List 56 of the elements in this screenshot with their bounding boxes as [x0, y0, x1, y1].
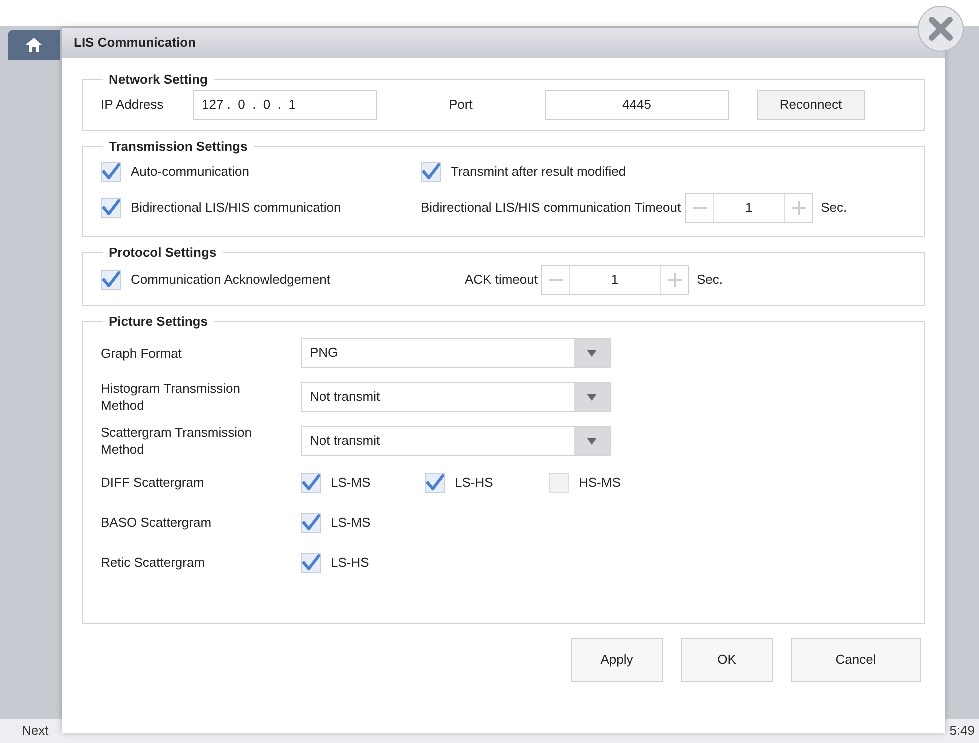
- port-value: 4445: [622, 96, 652, 114]
- checkbox[interactable]: [101, 162, 121, 182]
- dialog-button[interactable]: Cancel: [791, 638, 921, 682]
- checkbox[interactable]: [301, 553, 321, 573]
- checkbox-label: LS-HS: [331, 554, 370, 572]
- stepper-value: 1: [744, 199, 754, 218]
- checkbox-label: LS-MS: [331, 474, 371, 492]
- group-title: Protocol Settings: [108, 244, 218, 262]
- field-label: Port: [449, 96, 474, 114]
- status-time: 5:49: [950, 722, 975, 740]
- port-field[interactable]: 4445: [545, 90, 729, 120]
- checkbox-label: LS-MS: [331, 514, 371, 532]
- ip-address-field[interactable]: 127 . 0 . 0 . 1: [193, 90, 377, 120]
- field-label: ACK timeout: [465, 270, 539, 289]
- dropdown-value: Not transmit: [309, 388, 382, 406]
- field-label: DIFF Scattergram: [101, 474, 206, 492]
- field-label: Retic Scattergram: [101, 554, 206, 572]
- checkbox[interactable]: [421, 162, 441, 182]
- dialog-button[interactable]: OK: [681, 638, 773, 682]
- home-button[interactable]: [8, 30, 60, 60]
- dialog-button[interactable]: Apply: [571, 638, 663, 682]
- checkbox[interactable]: [301, 513, 321, 533]
- checkbox-label: Bidirectional LIS/HIS communication: [131, 199, 342, 218]
- group-title: Transmission Settings: [108, 138, 249, 156]
- checkbox-label: LS-HS: [455, 474, 494, 492]
- field-label: Graph Format: [101, 344, 183, 362]
- field-label: Bidirectional LIS/HIS communication Timeout: [421, 199, 682, 218]
- checkbox[interactable]: [425, 473, 445, 493]
- home-icon: [25, 37, 43, 53]
- group-title: Picture Settings: [108, 312, 209, 331]
- reconnect-button[interactable]: Reconnect: [757, 90, 865, 120]
- checkbox-label: Transmint after result modified: [451, 163, 626, 182]
- unit-label: Sec.: [697, 270, 724, 289]
- field-label: Scattergram Transmission Method: [101, 424, 253, 458]
- status-text: Next: [22, 722, 49, 740]
- close-icon: [928, 16, 954, 42]
- stepper-value: 1: [610, 270, 620, 289]
- checkbox[interactable]: [101, 198, 121, 218]
- field-label: Histogram Transmission Method: [101, 380, 242, 414]
- checkbox[interactable]: [301, 473, 321, 493]
- checkbox-label: Auto-communication: [131, 163, 250, 182]
- ip-address-value: 127 . 0 . 0 . 1: [202, 96, 296, 114]
- dropdown[interactable]: Not transmit: [301, 382, 611, 412]
- checkbox-label: Communication Acknowledgement: [131, 270, 330, 289]
- dropdown-value: PNG: [309, 344, 340, 362]
- field-label: BASO Scattergram: [101, 514, 213, 532]
- field-label: IP Address: [101, 96, 165, 114]
- dropdown-value: Not transmit: [309, 432, 382, 450]
- checkbox[interactable]: [101, 270, 121, 290]
- window-title: LIS Communication: [74, 34, 196, 52]
- checkbox-label: HS-MS: [579, 474, 621, 492]
- dropdown[interactable]: Not transmit: [301, 426, 611, 456]
- group-title: Network Setting: [108, 71, 209, 89]
- checkbox[interactable]: [549, 473, 569, 493]
- dropdown[interactable]: PNG: [301, 338, 611, 368]
- unit-label: Sec.: [821, 199, 848, 218]
